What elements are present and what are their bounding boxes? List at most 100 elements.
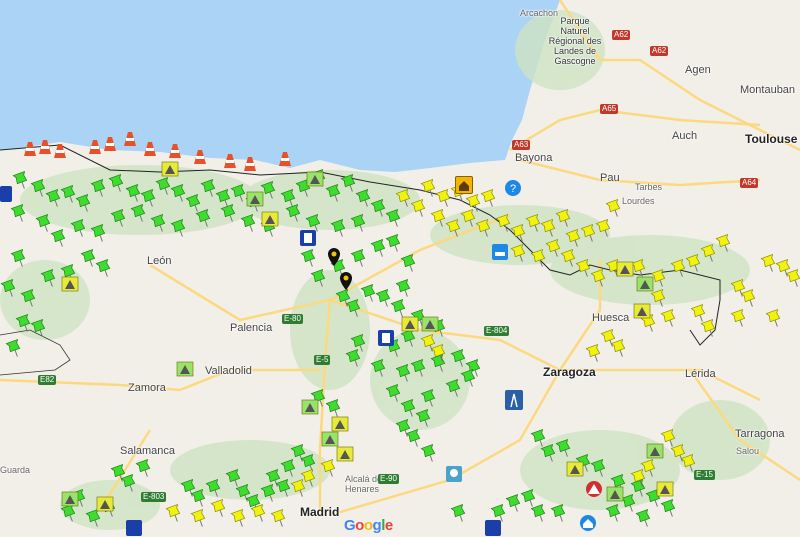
green-pushpin[interactable] [12, 170, 30, 190]
yellow-pushpin[interactable] [660, 428, 678, 448]
green-pushpin[interactable] [75, 193, 93, 213]
green-pushpin[interactable] [630, 478, 648, 498]
yellow-pushpin[interactable] [640, 458, 658, 478]
green-pushpin[interactable] [85, 508, 103, 528]
green-pushpin[interactable] [135, 458, 153, 478]
yellow-pushpin[interactable] [580, 223, 598, 243]
yellow-pushpin[interactable] [165, 503, 183, 523]
yellow-pushpin[interactable] [495, 213, 513, 233]
yellow-pushpin[interactable] [650, 268, 668, 288]
green-pushpin[interactable] [10, 248, 28, 268]
green-pushpin[interactable] [185, 193, 203, 213]
green-pushpin[interactable] [130, 203, 148, 223]
yellow-pushpin[interactable] [460, 208, 478, 228]
traffic-cone-icon[interactable] [244, 157, 256, 171]
green-pushpin[interactable] [350, 213, 368, 233]
green-pushpin[interactable] [30, 318, 48, 338]
green-pushpin[interactable] [205, 478, 223, 498]
green-pushpin[interactable] [620, 493, 638, 513]
yellow-pushpin[interactable] [210, 498, 228, 518]
green-pushpin[interactable] [220, 203, 238, 223]
green-pushpin[interactable] [370, 198, 388, 218]
yellow-pushpin[interactable] [525, 213, 543, 233]
yellow-pushpin[interactable] [420, 178, 438, 198]
camping-icon[interactable] [646, 443, 664, 459]
green-pushpin[interactable] [40, 268, 58, 288]
green-pushpin[interactable] [5, 338, 23, 358]
green-pushpin[interactable] [170, 218, 188, 238]
yellow-pushpin[interactable] [540, 218, 558, 238]
yellow-pushpin[interactable] [250, 503, 268, 523]
yellow-pushpin[interactable] [595, 218, 613, 238]
green-pushpin[interactable] [345, 298, 363, 318]
green-pushpin[interactable] [170, 183, 188, 203]
green-pushpin[interactable] [300, 248, 318, 268]
hotel-icon[interactable] [492, 244, 508, 260]
yellow-pushpin[interactable] [785, 268, 800, 288]
green-pushpin[interactable] [240, 213, 258, 233]
camping-icon[interactable] [301, 399, 319, 415]
green-pushpin[interactable] [90, 178, 108, 198]
green-pushpin[interactable] [555, 438, 573, 458]
parking-icon[interactable] [300, 230, 316, 246]
camping-icon[interactable] [261, 211, 279, 227]
green-pushpin[interactable] [450, 348, 468, 368]
yellow-pushpin[interactable] [715, 233, 733, 253]
yellow-pushpin[interactable] [445, 218, 463, 238]
yellow-pushpin[interactable] [300, 468, 318, 488]
green-pushpin[interactable] [0, 278, 18, 298]
yellow-pushpin[interactable] [510, 223, 528, 243]
green-pushpin[interactable] [195, 208, 213, 228]
green-pushpin[interactable] [125, 183, 143, 203]
green-pushpin[interactable] [330, 218, 348, 238]
traffic-cone-icon[interactable] [169, 144, 181, 158]
green-pushpin[interactable] [285, 203, 303, 223]
yellow-pushpin[interactable] [700, 243, 718, 263]
yellow-pushpin[interactable] [610, 338, 628, 358]
camping-icon[interactable] [161, 161, 179, 177]
green-pushpin[interactable] [405, 428, 423, 448]
camping-icon[interactable] [606, 486, 624, 502]
green-pushpin[interactable] [345, 348, 363, 368]
green-pushpin[interactable] [50, 228, 68, 248]
green-pushpin[interactable] [35, 213, 53, 233]
green-pushpin[interactable] [420, 388, 438, 408]
yellow-pushpin[interactable] [670, 258, 688, 278]
parking-icon-2[interactable] [378, 330, 394, 346]
camping-icon[interactable] [421, 316, 439, 332]
green-pushpin[interactable] [190, 488, 208, 508]
green-pushpin[interactable] [70, 218, 88, 238]
yellow-pushpin[interactable] [630, 258, 648, 278]
yellow-pushpin[interactable] [230, 508, 248, 528]
parking-icon-3[interactable] [0, 186, 12, 202]
traffic-cone-icon[interactable] [224, 154, 236, 168]
green-pushpin[interactable] [395, 278, 413, 298]
green-pushpin[interactable] [230, 183, 248, 203]
green-pushpin[interactable] [360, 283, 378, 303]
camping-icon[interactable] [401, 316, 419, 332]
camping-icon[interactable] [61, 276, 79, 292]
green-pushpin[interactable] [20, 288, 38, 308]
traffic-cone-icon[interactable] [39, 140, 51, 154]
green-pushpin[interactable] [635, 508, 653, 528]
yellow-pushpin[interactable] [435, 188, 453, 208]
green-pushpin[interactable] [120, 473, 138, 493]
green-pushpin[interactable] [590, 458, 608, 478]
green-pushpin[interactable] [45, 188, 63, 208]
yellow-pushpin[interactable] [575, 258, 593, 278]
yellow-pushpin[interactable] [560, 248, 578, 268]
green-pushpin[interactable] [530, 503, 548, 523]
traffic-cone-icon[interactable] [54, 144, 66, 158]
green-pushpin[interactable] [355, 188, 373, 208]
green-pushpin[interactable] [225, 468, 243, 488]
green-pushpin[interactable] [385, 208, 403, 228]
green-pushpin[interactable] [110, 208, 128, 228]
green-pushpin[interactable] [395, 363, 413, 383]
traffic-cone-icon[interactable] [144, 142, 156, 156]
green-pushpin[interactable] [505, 493, 523, 513]
yellow-pushpin[interactable] [765, 308, 783, 328]
traffic-cone-icon[interactable] [124, 132, 136, 146]
green-pushpin[interactable] [375, 288, 393, 308]
green-pushpin[interactable] [540, 443, 558, 463]
yellow-pushpin[interactable] [740, 288, 758, 308]
